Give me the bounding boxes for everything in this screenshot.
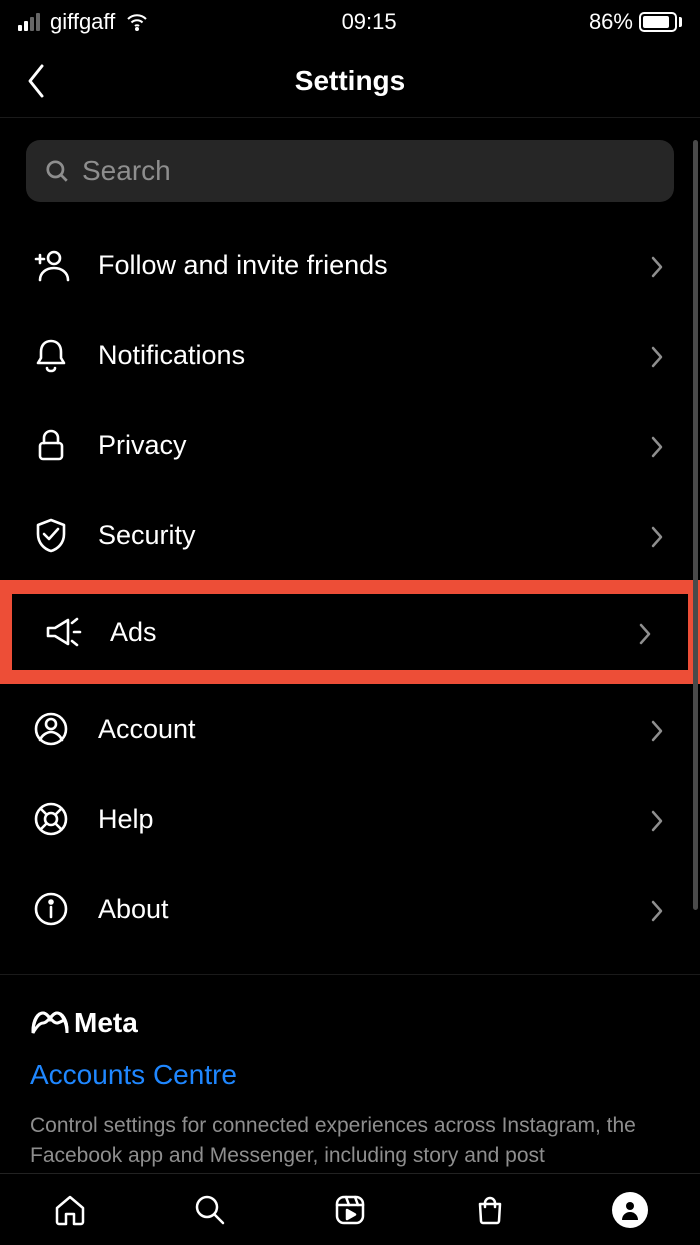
scroll-indicator[interactable]	[693, 140, 698, 910]
chevron-right-icon	[638, 622, 658, 642]
meta-description: Control settings for connected experienc…	[30, 1111, 670, 1172]
account-icon	[30, 708, 72, 750]
follow-invite-icon	[30, 244, 72, 286]
status-left: giffgaff	[18, 9, 149, 35]
row-label: Follow and invite friends	[98, 250, 624, 281]
nav-profile[interactable]	[608, 1188, 652, 1232]
chevron-right-icon	[650, 345, 670, 365]
about-icon	[30, 888, 72, 930]
search-input[interactable]	[82, 155, 656, 187]
chevron-right-icon	[650, 899, 670, 919]
search-input-container[interactable]	[26, 140, 674, 202]
status-right: 86%	[589, 9, 682, 35]
chevron-right-icon	[650, 255, 670, 275]
profile-avatar-icon	[612, 1192, 648, 1228]
back-button[interactable]	[14, 59, 58, 103]
privacy-icon	[30, 424, 72, 466]
page-title: Settings	[295, 65, 405, 97]
battery-percent: 86%	[589, 9, 633, 35]
security-icon	[30, 514, 72, 556]
meta-logo: Meta	[30, 1007, 670, 1039]
nav-reels[interactable]	[328, 1188, 372, 1232]
chevron-right-icon	[650, 435, 670, 455]
signal-icon	[18, 13, 40, 31]
chevron-right-icon	[650, 809, 670, 829]
row-label: Security	[98, 520, 624, 551]
meta-section: Meta Accounts Centre Control settings fo…	[0, 974, 700, 1172]
help-icon	[30, 798, 72, 840]
row-help[interactable]: Help	[0, 774, 700, 864]
clock: 09:15	[342, 9, 397, 35]
row-label: Help	[98, 804, 624, 835]
row-account[interactable]: Account	[0, 684, 700, 774]
nav-header: Settings	[0, 44, 700, 118]
carrier-label: giffgaff	[50, 9, 115, 35]
chevron-right-icon	[650, 719, 670, 739]
highlighted-row-wrap: Ads	[0, 580, 700, 684]
row-follow-invite[interactable]: Follow and invite friends	[0, 220, 700, 310]
nav-search[interactable]	[188, 1188, 232, 1232]
meta-brand-label: Meta	[74, 1007, 138, 1039]
battery-icon	[639, 12, 682, 32]
status-bar: giffgaff 09:15 86%	[0, 0, 700, 44]
notifications-icon	[30, 334, 72, 376]
chevron-right-icon	[650, 525, 670, 545]
ads-icon	[42, 611, 84, 653]
row-privacy[interactable]: Privacy	[0, 400, 700, 490]
nav-home[interactable]	[48, 1188, 92, 1232]
row-label: About	[98, 894, 624, 925]
wifi-icon	[125, 10, 149, 34]
row-notifications[interactable]: Notifications	[0, 310, 700, 400]
row-label: Notifications	[98, 340, 624, 371]
nav-shop[interactable]	[468, 1188, 512, 1232]
row-ads[interactable]: Ads	[12, 594, 688, 670]
row-security[interactable]: Security	[0, 490, 700, 580]
content-area: Follow and invite friends Notifications …	[0, 118, 700, 1173]
row-label: Account	[98, 714, 624, 745]
accounts-centre-link[interactable]: Accounts Centre	[30, 1059, 670, 1091]
row-about[interactable]: About	[0, 864, 700, 954]
bottom-nav	[0, 1173, 700, 1245]
row-label: Privacy	[98, 430, 624, 461]
row-label: Ads	[110, 617, 612, 648]
